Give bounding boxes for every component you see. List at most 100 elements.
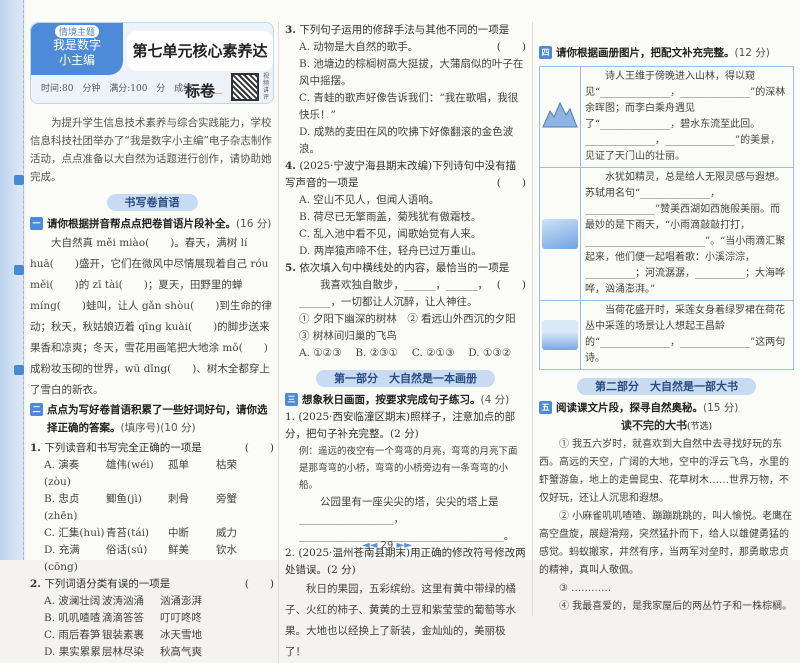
answer-blank[interactable]: ( ) xyxy=(497,175,526,192)
option-row: C. 雨后春笋 银装素裹 冰天雪地 xyxy=(30,627,274,644)
section-number: 五 xyxy=(539,401,552,414)
option-cell: 鲜美 xyxy=(168,544,189,556)
section-points: (4 分) xyxy=(480,394,510,406)
banner-label: 书写卷首语 xyxy=(106,194,198,211)
spine-marker xyxy=(14,175,24,185)
section-number: 二 xyxy=(30,403,43,416)
question-stem: 依次填入句中横线处的内容，最恰当的一项是 xyxy=(299,262,510,274)
question-number: 2. xyxy=(30,578,41,590)
option-row: D. 果实累累 层林尽染 秋高气爽 xyxy=(30,644,274,661)
question-stem: 下列词语分类有误的一项是 xyxy=(44,578,171,590)
option-row: D. 充满(cōng) 俗话(sú) 鲜美 钦水 xyxy=(30,542,274,576)
option-cell: 叮叮咚咚 xyxy=(160,612,202,624)
image-cell xyxy=(539,66,581,168)
option-cell: 滴滴答答 xyxy=(102,612,144,624)
option-cell: 银装素裹 xyxy=(102,629,144,641)
spine-marker xyxy=(14,365,24,375)
section-points: (12 分) xyxy=(734,47,770,59)
article-title: 读不完的大书(节选) xyxy=(539,417,794,436)
question-stem: 下列读音和书写完全正确的一项是 xyxy=(44,442,202,454)
qr-caption: 视频讲评 xyxy=(263,73,270,101)
table-row: 水犹如精灵，总是给人无限灵感与遐想。苏轼用名句“______________，_… xyxy=(539,167,794,301)
section-points: (15 分) xyxy=(703,402,739,414)
question-number: 1. xyxy=(30,442,41,454)
answer-blank[interactable]: ( ) xyxy=(497,277,526,294)
caption-cell[interactable]: 当荷花盛开时，采莲女身着绿罗裙在荷花丛中采莲的场景让人想起王昌龄的“______… xyxy=(580,300,794,370)
option-cell: 汹涌澎湃 xyxy=(160,595,202,607)
section-points: (填序号)(10 分) xyxy=(120,422,196,434)
option-cell: 刺骨 xyxy=(168,493,189,505)
option-cell: 青苔(tái) xyxy=(106,527,150,539)
exam-header: 情境主题 我是数字 小主编 第七单元核心素养达标卷 时间:80 分钟 满分:10… xyxy=(30,22,274,104)
caption-cell[interactable]: 诗人王维于傍晚进入山林，得以窥见“______________，________… xyxy=(580,66,794,168)
answer-blank[interactable]: ( ) xyxy=(497,39,526,56)
option-cell: 威力 xyxy=(216,527,237,539)
question-5: 5. 依次填入句中横线处的内容，最恰当的一项是 ( ) xyxy=(285,260,526,291)
option-cell: B. 忠贞(zhēn) xyxy=(44,493,80,522)
section-number: 三 xyxy=(285,393,298,406)
water-wave-icon xyxy=(542,219,578,249)
exam-page: 情境主题 我是数字 小主编 第七单元核心素养达标卷 时间:80 分钟 满分:10… xyxy=(26,0,800,663)
section-banner: 第一部分 大自然是一本画册 xyxy=(285,370,526,387)
question-4: 4. (2025·宁波宁海县期末改编)下列诗句中没有描写声音的一项是( ) xyxy=(285,158,526,192)
banner-label: 第二部分 大自然是一部大书 xyxy=(577,378,756,395)
option-row: B. 叽叽喳喳 滴滴答答 叮叮咚咚 xyxy=(30,610,274,627)
option-cell: D. 果实累累 xyxy=(44,646,101,658)
lotus-pond-icon xyxy=(542,320,578,350)
option-cell: D. 充满(cōng) xyxy=(44,544,80,573)
fill-blank[interactable]: 公园里有一座尖尖的塔，尖尖的塔上是__________________，____… xyxy=(285,494,526,545)
article-paragraph: ① 我五六岁时，就喜欢到大自然中去寻找好玩的东西。高远的天空，广阔的大地，空中的… xyxy=(539,439,789,504)
option-cell: A. 演奏(zòu) xyxy=(44,459,80,488)
page-number-text: 29 xyxy=(380,540,394,551)
option-item: D. 成熟的麦田在风的吹拂下好像翻滚的金色波浪。 xyxy=(299,126,514,155)
option-cell: 旁蟹 xyxy=(216,493,237,505)
caption-cell[interactable]: 水犹如精灵，总是给人无限灵感与遐想。苏轼用名句“______________，_… xyxy=(580,167,794,301)
option-cell: C. 雨后春笋 xyxy=(44,629,101,641)
left-column: 情境主题 我是数字 小主编 第七单元核心素养达标卷 时间:80 分钟 满分:10… xyxy=(30,22,274,661)
middle-column: 3. 下列句子运用的修辞手法与其他不同的一项是 ( ) A. 动物是大自然的歌手。… xyxy=(278,22,526,663)
picture-caption-table: 诗人王维于傍晚进入山林，得以窥见“______________，________… xyxy=(539,66,794,370)
option-row: B. 忠贞(zhēn) 鲫鱼(jì) 刺骨 旁蟹 xyxy=(30,491,274,525)
option-item: A. 空山不见人，但闻人语响。 xyxy=(299,194,440,206)
option-cell: 波涛汹涌 xyxy=(102,595,144,607)
question-number: 5. xyxy=(285,262,296,274)
answer-blank[interactable]: ( ) xyxy=(245,440,274,457)
section-title: 阅读课文片段，探寻自然奥秘。 xyxy=(556,402,703,414)
theme-line: 我是数字 xyxy=(52,38,101,52)
edit-passage: 秋日的果园，五彩缤纷。这里有黄中带绿的橘子、火红的柿子、黄黄的土豆和紫莹莹的葡萄… xyxy=(285,583,516,658)
option-cell: 钦水 xyxy=(216,544,237,556)
option-cell: A. 波澜壮阔 xyxy=(44,595,101,607)
theme-tag: 情境主题 xyxy=(54,25,99,38)
option-item: B. 池塘边的棕榈树高大挺拔，大蒲扇似的叶子在风中摇摆。 xyxy=(299,58,524,87)
qr-code-icon xyxy=(231,73,259,101)
option-cell: 孤单 xyxy=(168,459,189,471)
question-stem: 下列句子运用的修辞手法与其他不同的一项是 xyxy=(299,24,510,36)
next-arrow-icon: ►► xyxy=(396,540,412,551)
question-2: 2. 下列词语分类有误的一项是 ( ) xyxy=(30,576,274,593)
question-number: 4. xyxy=(285,160,296,172)
option-cell: 俗话(sú) xyxy=(106,544,148,556)
option-cell: 中断 xyxy=(168,527,189,539)
article-note: (节选) xyxy=(686,422,713,432)
option-cell: 枯荣 xyxy=(216,459,237,471)
option-cell: C. 汇集(huì) xyxy=(44,527,105,539)
section-banner: 第二部分 大自然是一部大书 xyxy=(539,378,794,395)
mountains-icon xyxy=(542,101,578,128)
section-number: 四 xyxy=(539,46,552,59)
question-3: 3. 下列句子运用的修辞手法与其他不同的一项是 ( ) xyxy=(285,22,526,53)
option-cell: 层林尽染 xyxy=(102,646,144,658)
question-choices: A. ①②③ B. ②③① C. ②①③ D. ①③② xyxy=(299,347,512,359)
pinyin-passage: 大自然真 měi miào( )。春天，满树 lí huā( )盛开，它们在微风… xyxy=(30,237,272,396)
section-2-heading: 二点点为写好卷首语积累了一些好词好句，请你选择正确的答案。(填序号)(10 分) xyxy=(30,401,274,437)
question-3-1: 1. (2025·西安临潼区期末)照样子，注意加点的部分，把句子补充完整。(2 … xyxy=(285,411,516,440)
table-row: 当荷花盛开时，采莲女身着绿罗裙在荷花丛中采莲的场景让人想起王昌龄的“______… xyxy=(539,300,794,370)
answer-blank[interactable]: ( ) xyxy=(245,576,274,593)
article-paragraph: ② 小麻雀叽叽喳喳、蹦蹦跳跳的，叫人愉悦。老鹰在高空盘旋，展翅滑翔，突然猛扑而下… xyxy=(539,511,793,576)
section-title: 想象秋日画面，按要求完成句子练习。 xyxy=(302,394,481,406)
section-4-heading: 四请你根据画册图片，把配文补充完整。(12 分) xyxy=(539,44,794,62)
image-cell xyxy=(539,300,581,370)
section-points: (16 分) xyxy=(236,218,272,230)
page-number: ◄◄ 29 ►► xyxy=(362,540,412,551)
article-title-text: 读不完的大书 xyxy=(620,419,687,432)
option-cell: B. 叽叽喳喳 xyxy=(44,612,101,624)
